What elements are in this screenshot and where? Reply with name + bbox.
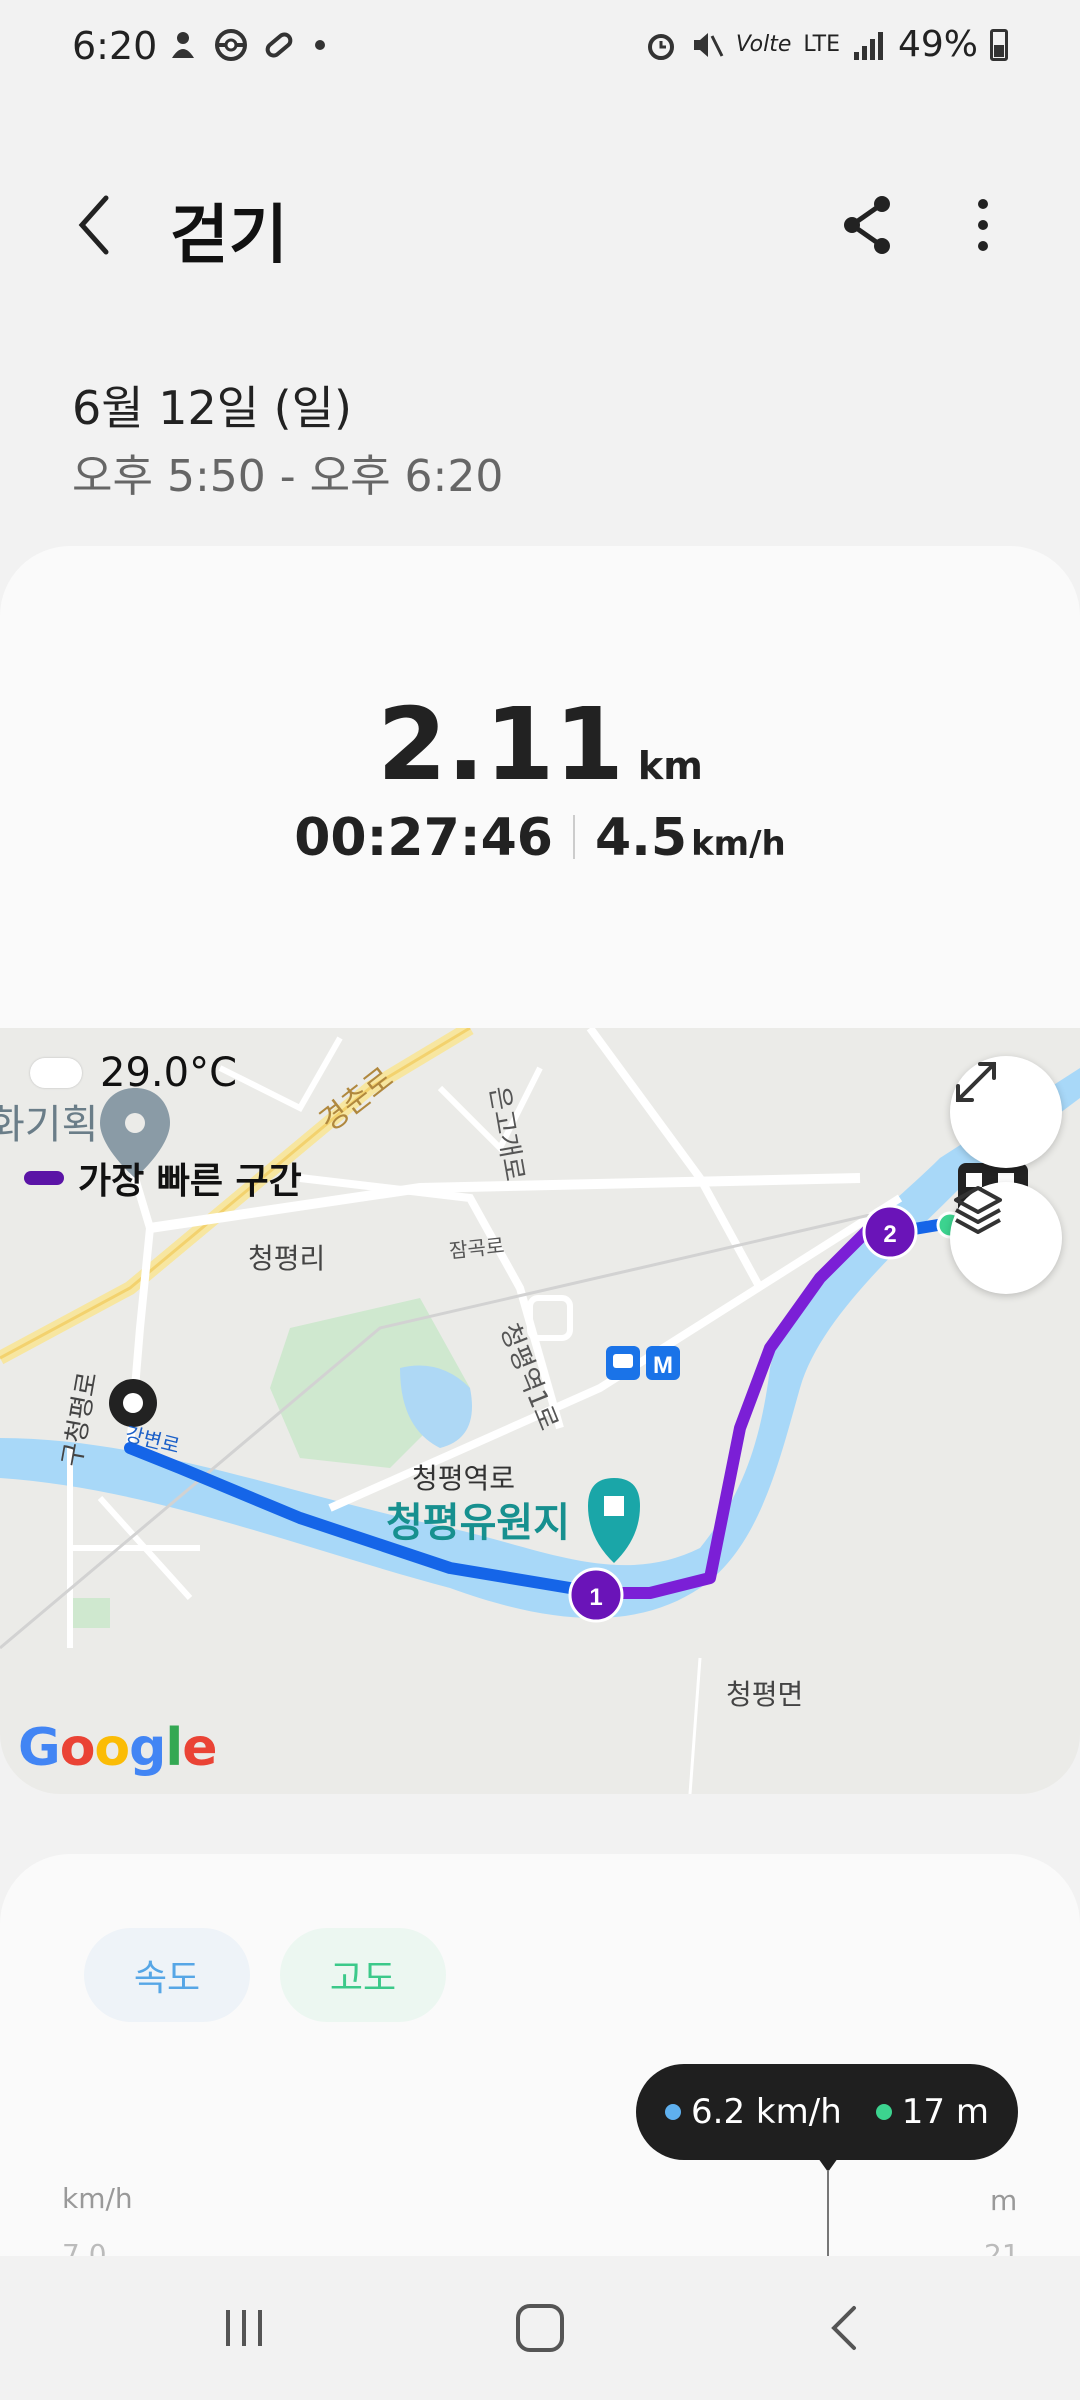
- map-label-park: 청평유원지: [386, 1500, 570, 1546]
- weather-badge: 29.0°C: [30, 1050, 237, 1096]
- distance-unit: km: [637, 744, 703, 788]
- distance-display: 2.11 km: [0, 686, 1080, 803]
- more-vertical-icon: [978, 199, 988, 251]
- avg-speed-value: 4.5: [594, 808, 688, 868]
- status-right: Volte LTE 49%: [644, 24, 1008, 65]
- route-marker-2[interactable]: 2: [883, 1221, 896, 1248]
- page-title: 걷기: [170, 199, 288, 273]
- system-nav-bar: [0, 2256, 1080, 2400]
- legend-swatch: [24, 1171, 64, 1185]
- summary-card: 2.11 km 00:27:46 4.5 km/h: [0, 546, 1080, 1030]
- chart-card: 속도 고도 6.2 km/h 17 m km/h m 7.0 21: [0, 1854, 1080, 2260]
- route-map[interactable]: M 1 2 경춘로 은고개로 청평리 잠곡로 청평역1로 청평역로 청평유원지 …: [0, 1028, 1080, 1794]
- svg-text:M: M: [653, 1352, 673, 1379]
- map-label-myeon: 청평면: [726, 1678, 803, 1711]
- pokeball-icon: [215, 29, 247, 61]
- map-label-poi: 화기획: [0, 1102, 98, 1148]
- map-legend: 가장 빠른 구간: [24, 1152, 302, 1204]
- tab-speed[interactable]: 속도: [84, 1928, 250, 2022]
- back-button[interactable]: [68, 190, 124, 260]
- weather-temp: 29.0°C: [100, 1050, 237, 1096]
- y-axis-right-label: m: [990, 2184, 1018, 2217]
- stats-divider: [572, 815, 575, 859]
- nav-back-button[interactable]: [818, 2300, 874, 2356]
- share-icon: [844, 196, 890, 254]
- volte-icon: Volte: [735, 32, 792, 57]
- recent-apps-button[interactable]: [216, 2300, 272, 2356]
- altitude-dot: [875, 2104, 892, 2120]
- home-button[interactable]: [512, 2300, 568, 2356]
- lte-icon: LTE: [803, 32, 840, 57]
- home-icon: [516, 2304, 564, 2352]
- notification-icon: [172, 32, 194, 58]
- route-marker-1[interactable]: 1: [589, 1584, 602, 1611]
- mute-icon: [693, 32, 724, 57]
- speed-unit: km/h: [691, 824, 786, 864]
- workout-date: 6월 12일 (일): [72, 381, 352, 435]
- speed-dot: [665, 2104, 682, 2120]
- google-logo: Google: [18, 1718, 218, 1778]
- map-canvas: M 1 2 경춘로 은고개로 청평리 잠곡로 청평역1로 청평역로 청평유원지 …: [0, 1028, 1080, 1794]
- expand-icon: [956, 1062, 996, 1102]
- duration-value: 00:27:46: [294, 808, 553, 868]
- dot-icon: [315, 40, 325, 50]
- cloud-icon: [30, 1058, 82, 1088]
- app-screen: { "status_bar": { "time": "6:20", "netwo…: [0, 0, 1080, 2400]
- battery-icon: [990, 28, 1008, 61]
- pill-icon: [265, 32, 293, 58]
- nav-back-icon: [831, 2306, 856, 2350]
- tab-altitude[interactable]: 고도: [280, 1928, 446, 2022]
- recent-apps-icon: [226, 2310, 262, 2346]
- battery-percent: 49%: [897, 24, 978, 65]
- workout-time-range: 오후 5:50 - 오후 6:20: [72, 451, 504, 502]
- chart-cursor[interactable]: [827, 2170, 829, 2260]
- alarm-icon: [647, 33, 674, 60]
- status-time: 6:20: [72, 24, 158, 68]
- y-axis-left-label: km/h: [62, 2182, 133, 2215]
- tooltip-speed: 6.2 km/h: [691, 2092, 842, 2132]
- legend-label: 가장 빠른 구간: [78, 1161, 302, 1202]
- distance-value: 2.11: [377, 686, 624, 803]
- status-bar: 6:20 Volte LTE 49%: [0, 0, 1080, 96]
- map-label-stationro: 청평역로: [412, 1462, 515, 1495]
- map-layers-button[interactable]: [950, 1182, 1062, 1294]
- more-options-button[interactable]: [960, 190, 1006, 260]
- chart-tooltip: 6.2 km/h 17 m: [636, 2064, 1018, 2160]
- map-label-cheongpyeongri: 청평리: [248, 1242, 325, 1275]
- map-label-jamgok: 잠곡로: [448, 1233, 505, 1263]
- app-header: 걷기: [0, 170, 1080, 280]
- tooltip-altitude: 17 m: [901, 2092, 989, 2132]
- stats-row: 00:27:46 4.5 km/h: [0, 808, 1080, 868]
- expand-map-button[interactable]: [950, 1056, 1062, 1168]
- signal-icon: [853, 31, 883, 60]
- share-button[interactable]: [838, 190, 898, 260]
- layers-icon: [954, 1186, 1002, 1234]
- status-left-icons: [166, 28, 330, 62]
- back-arrow-icon: [78, 195, 109, 255]
- map-label-gyeongchun: 경춘로: [313, 1061, 400, 1140]
